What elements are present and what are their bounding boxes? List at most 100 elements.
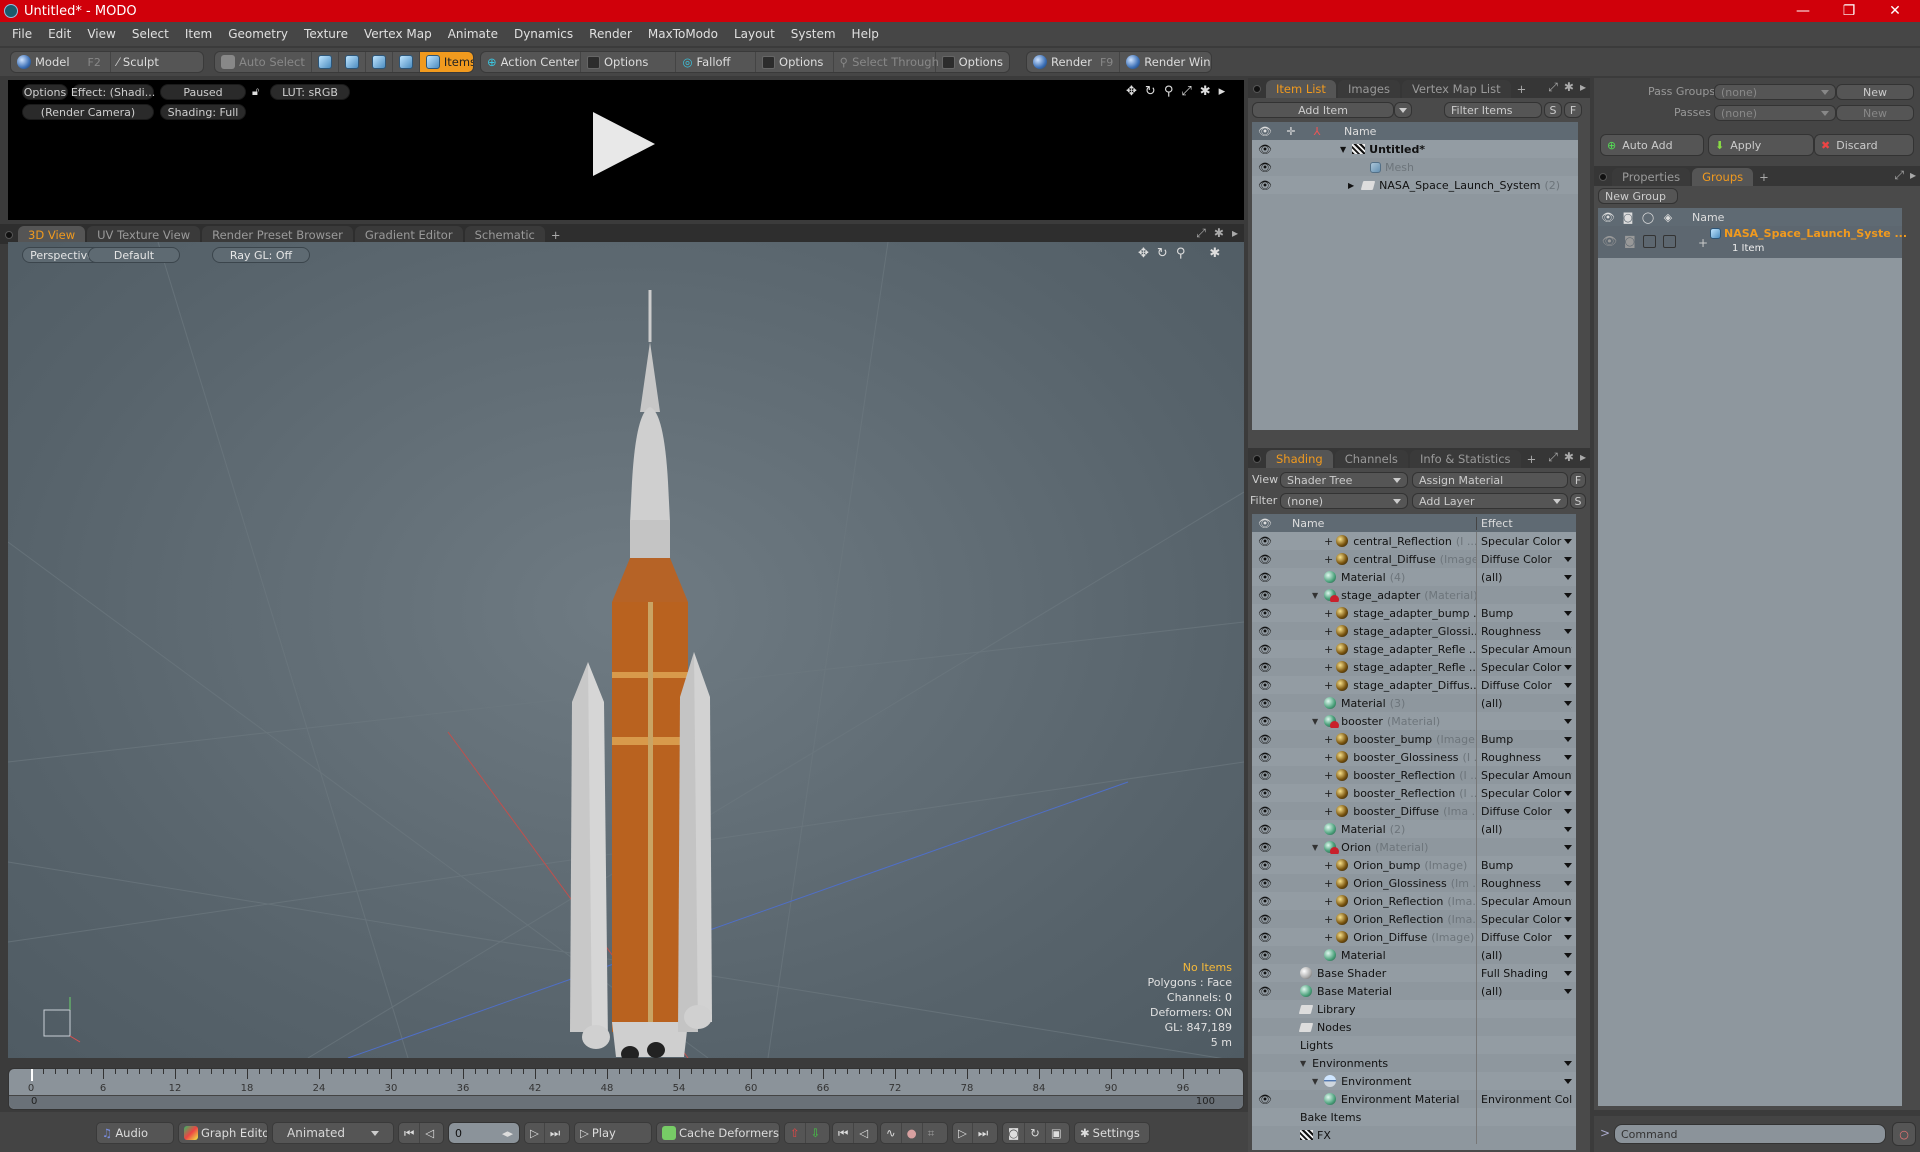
menu-geometry[interactable]: Geometry bbox=[222, 27, 298, 41]
shader-row[interactable]: 👁︎ ▼ booster (Material) bbox=[1252, 712, 1576, 730]
expand-icon[interactable]: ▼ bbox=[1312, 843, 1318, 852]
render-icon[interactable]: ◙ bbox=[1624, 234, 1636, 248]
render-button[interactable]: Render F9 bbox=[1027, 52, 1121, 72]
filter-f-button[interactable]: F bbox=[1564, 102, 1582, 118]
maximize-view-icon[interactable]: ⤢ bbox=[1181, 84, 1191, 99]
expand-icon[interactable]: ▼ bbox=[1300, 1059, 1306, 1068]
effect-dropdown[interactable] bbox=[1476, 1054, 1572, 1072]
tab-item-list[interactable]: Item List bbox=[1266, 80, 1336, 98]
camera-icon[interactable]: ◙ bbox=[1003, 1123, 1026, 1143]
select-materials-button[interactable] bbox=[393, 52, 420, 72]
layers-icon[interactable]: ▣ bbox=[1046, 1123, 1067, 1143]
style-dropdown[interactable]: Default bbox=[88, 247, 180, 263]
gear-icon[interactable]: ✱ bbox=[1564, 80, 1574, 95]
shader-row[interactable]: 👁︎ Material (2) (all) bbox=[1252, 820, 1576, 838]
effect-dropdown[interactable] bbox=[1476, 1072, 1572, 1090]
effect-dropdown[interactable]: (all) bbox=[1476, 946, 1572, 964]
step-back-button[interactable]: ◁ bbox=[420, 1123, 439, 1143]
add-item-dropdown[interactable] bbox=[1394, 102, 1412, 118]
add-tab-button[interactable]: + bbox=[1755, 168, 1773, 186]
effect-dropdown[interactable]: Effect: (Shadi... bbox=[71, 84, 155, 100]
tab-groups[interactable]: Groups bbox=[1692, 168, 1754, 186]
frame-slider-icon[interactable]: ◂▸ bbox=[502, 1127, 513, 1140]
auto-select-button[interactable]: Auto Select bbox=[215, 52, 312, 72]
loop-icon[interactable]: ↻ bbox=[1025, 1123, 1046, 1143]
effect-dropdown[interactable]: Specular Color bbox=[1476, 658, 1572, 676]
menu-item[interactable]: Item bbox=[179, 27, 222, 41]
unlock-icon[interactable]: 🔓︎ bbox=[252, 85, 259, 99]
preview-options-button[interactable]: Options bbox=[22, 84, 68, 100]
effect-dropdown[interactable]: Diffuse Color bbox=[1476, 928, 1572, 946]
chevron-right-icon[interactable]: ▸ bbox=[1580, 450, 1586, 465]
passes-dropdown[interactable]: (none) bbox=[1714, 105, 1836, 121]
shader-row[interactable]: 👁︎ Base Material (all) bbox=[1252, 982, 1576, 1000]
expand-plus-icon[interactable]: + bbox=[1324, 805, 1333, 818]
effect-dropdown[interactable]: Specular Color bbox=[1476, 532, 1572, 550]
shader-row[interactable]: 👁︎ Base Shader Full Shading bbox=[1252, 964, 1576, 982]
effect-dropdown[interactable]: (all) bbox=[1476, 982, 1572, 1000]
eye-icon[interactable]: 👁︎ bbox=[1252, 715, 1278, 728]
expand-plus-icon[interactable]: + bbox=[1324, 931, 1333, 944]
timeline-range[interactable]: 0 100 bbox=[9, 1095, 1243, 1109]
shader-row[interactable]: 👁︎ + booster_Reflection(I ... Specular Colo… bbox=[1252, 784, 1576, 802]
shader-row[interactable]: 👁︎ + stage_adapter_bump ... Bump bbox=[1252, 604, 1576, 622]
maximize-view-icon[interactable]: ⤢ bbox=[1548, 80, 1558, 95]
expand-plus-icon[interactable]: + bbox=[1324, 679, 1333, 692]
eye-icon[interactable]: 👁︎ bbox=[1252, 949, 1278, 962]
effect-dropdown[interactable]: (all) bbox=[1476, 568, 1572, 586]
next-key-button[interactable]: ⏭ bbox=[973, 1123, 993, 1143]
menu-view[interactable]: View bbox=[81, 27, 125, 41]
eye-icon[interactable]: 👁︎ bbox=[1252, 931, 1278, 944]
eye-icon[interactable]: 👁︎ bbox=[1252, 859, 1278, 872]
effect-dropdown[interactable]: (all) bbox=[1476, 694, 1572, 712]
shader-row[interactable]: 👁︎ + booster_Glossiness(I ... Roughness bbox=[1252, 748, 1576, 766]
group-row[interactable]: 👁︎ ◙ + NASA_Space_Launch_Syste ... 1 Ite… bbox=[1598, 226, 1907, 258]
auto-add-button[interactable]: ⊕ Auto Add bbox=[1600, 134, 1704, 156]
eye-icon[interactable]: 👁︎ bbox=[1252, 805, 1278, 818]
expand-plus-icon[interactable]: + bbox=[1324, 733, 1333, 746]
menu-file[interactable]: File bbox=[6, 27, 42, 41]
expand-plus-icon[interactable]: + bbox=[1324, 751, 1333, 764]
expand-icon[interactable]: ▼ bbox=[1312, 717, 1318, 726]
apply-button[interactable]: ⬇ Apply bbox=[1708, 134, 1814, 156]
expand-plus-icon[interactable]: + bbox=[1324, 769, 1333, 782]
play-render-icon[interactable] bbox=[593, 112, 655, 176]
current-frame-input[interactable]: 0 ◂▸ bbox=[448, 1122, 520, 1144]
move-icon[interactable]: ✥ bbox=[1126, 84, 1137, 99]
maximize-view-icon[interactable]: ⤢ bbox=[1196, 226, 1206, 241]
menu-edit[interactable]: Edit bbox=[42, 27, 81, 41]
maximize-view-icon[interactable]: ⤢ bbox=[1548, 450, 1558, 465]
pause-toggle[interactable]: Paused bbox=[160, 84, 246, 100]
camera-dropdown[interactable]: (Render Camera) bbox=[22, 104, 154, 120]
eye-icon[interactable]: 👁︎ bbox=[1252, 751, 1278, 764]
eye-icon[interactable]: 👁︎ bbox=[1252, 571, 1278, 584]
menu-layout[interactable]: Layout bbox=[728, 27, 785, 41]
tab-vertex-map-list[interactable]: Vertex Map List bbox=[1401, 80, 1511, 98]
eye-icon[interactable]: 👁︎ bbox=[1252, 985, 1278, 998]
timeline[interactable]: 0 6 12 18 24 30 36 42 48 54 60 66 72 78 84 90 96 0 100 bbox=[8, 1068, 1244, 1110]
eye-icon[interactable]: 👁︎ bbox=[1252, 607, 1278, 620]
rotate-icon[interactable]: ↻ bbox=[1157, 246, 1168, 261]
action-center-options-button[interactable]: Options bbox=[581, 52, 677, 72]
tab-shading[interactable]: Shading bbox=[1266, 450, 1333, 468]
go-to-end-button[interactable]: ⏭ bbox=[545, 1123, 565, 1143]
effect-dropdown[interactable]: Diffuse Color bbox=[1476, 802, 1572, 820]
eye-icon[interactable]: 👁︎ bbox=[1252, 769, 1278, 782]
select-vertices-button[interactable] bbox=[312, 52, 339, 72]
effect-dropdown[interactable]: Specular Color bbox=[1476, 910, 1572, 928]
shader-row[interactable]: 👁︎ ▼ Orion (Material) bbox=[1252, 838, 1576, 856]
menu-animate[interactable]: Animate bbox=[442, 27, 508, 41]
select-polygons-button[interactable] bbox=[366, 52, 393, 72]
eye-icon[interactable]: 👁︎ bbox=[1252, 895, 1278, 908]
items-mode-button[interactable]: Items5 bbox=[419, 52, 473, 72]
filter-s-button[interactable]: S bbox=[1544, 102, 1562, 118]
zoom-icon[interactable]: ⚲ bbox=[1164, 84, 1174, 99]
key-channels-icon[interactable]: ⌗ bbox=[923, 1123, 939, 1143]
shader-row[interactable]: Lights bbox=[1252, 1036, 1576, 1054]
next-key-step-button[interactable]: ▷ bbox=[953, 1123, 973, 1143]
expand-icon[interactable]: + bbox=[1698, 236, 1708, 250]
shader-row[interactable]: 👁︎ Environment Material Environment Color bbox=[1252, 1090, 1576, 1108]
eye-icon[interactable]: 👁︎ bbox=[1252, 661, 1278, 674]
item-row-scene[interactable]: 👁︎ ▼ Untitled* bbox=[1252, 140, 1578, 158]
shader-row[interactable]: 👁︎ ▼ stage_adapter (Material) bbox=[1252, 586, 1576, 604]
